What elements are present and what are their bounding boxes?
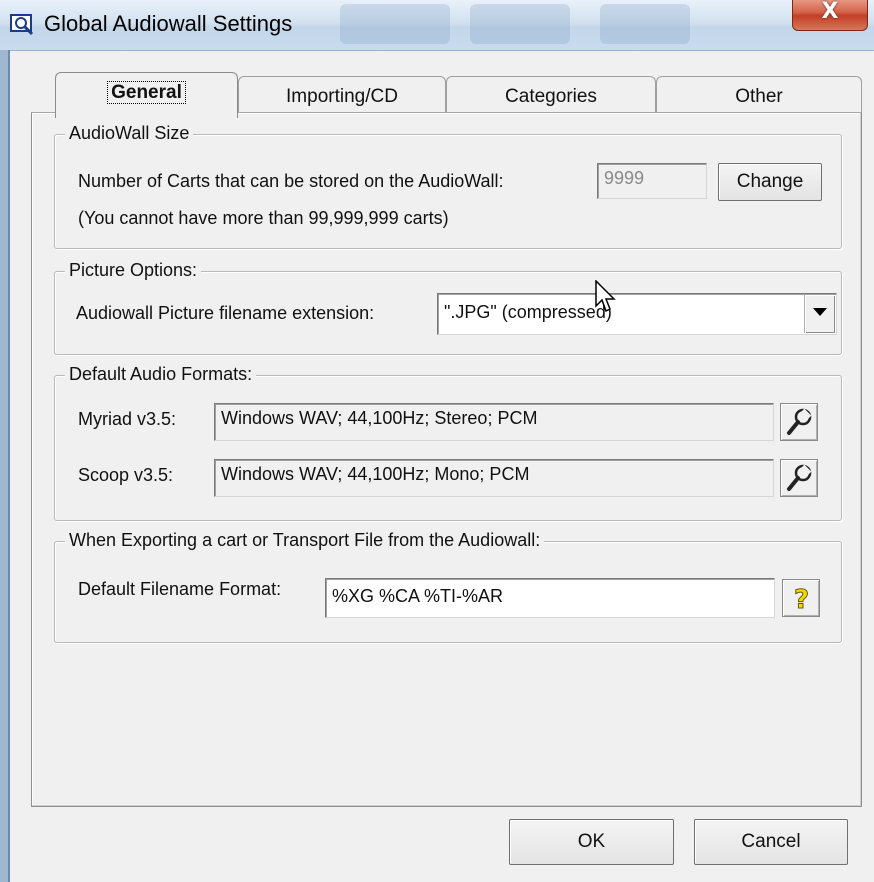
cart-count-field[interactable]: 9999: [597, 163, 707, 199]
cancel-button[interactable]: Cancel: [694, 819, 848, 865]
group-legend: Default Audio Formats:: [65, 364, 257, 385]
title-bar-glass: [600, 4, 690, 44]
close-icon: X: [821, 0, 839, 24]
app-icon: [10, 14, 34, 36]
group-legend: When Exporting a cart or Transport File …: [65, 530, 545, 551]
cart-limit-note: (You cannot have more than 99,999,999 ca…: [78, 208, 449, 228]
dropdown-button[interactable]: [804, 295, 835, 333]
tab-label: Importing/CD: [286, 86, 398, 107]
scoop-format-settings-button[interactable]: [780, 459, 818, 497]
general-tab-panel: AudioWall Size Number of Carts that can …: [31, 112, 862, 807]
title-bar-glass: [340, 4, 450, 44]
window-title: Global Audiowall Settings: [44, 11, 293, 36]
filename-format-input[interactable]: %XG %CA %TI-%AR: [325, 578, 775, 618]
tab-label: General: [107, 81, 186, 104]
scoop-format-field: Windows WAV; 44,100Hz; Mono; PCM: [214, 459, 774, 497]
myriad-label: Myriad v3.5:: [78, 409, 177, 429]
filename-help-button[interactable]: ?: [782, 579, 820, 617]
tab-label: Other: [735, 86, 783, 107]
title-bar-glass: [470, 4, 570, 44]
wrench-icon: [787, 408, 812, 435]
ok-button[interactable]: OK: [509, 819, 674, 865]
window-frame-left: [0, 50, 8, 882]
chevron-down-icon: [813, 308, 827, 316]
selected-value: ".JPG" (compressed): [444, 302, 612, 322]
group-legend: Picture Options:: [65, 260, 202, 281]
filename-format-label: Default Filename Format:: [78, 579, 282, 599]
svg-text:?: ?: [794, 585, 809, 613]
cart-count-label: Number of Carts that can be stored on th…: [78, 171, 504, 191]
scoop-label: Scoop v3.5:: [78, 465, 174, 485]
tab-other[interactable]: Other: [656, 76, 862, 116]
tab-categories[interactable]: Categories: [446, 76, 656, 116]
picture-extension-label: Audiowall Picture filename extension:: [76, 303, 375, 323]
change-button[interactable]: Change: [718, 163, 822, 201]
tab-importing-cd[interactable]: Importing/CD: [238, 76, 446, 116]
group-legend: AudioWall Size: [65, 123, 194, 144]
tab-general[interactable]: General: [55, 72, 238, 118]
question-mark-icon: ?: [794, 585, 810, 614]
mouse-cursor-icon: [595, 280, 616, 313]
title-bar[interactable]: Global Audiowall Settings X: [0, 0, 874, 51]
wrench-icon: [787, 464, 812, 491]
myriad-format-field: Windows WAV; 44,100Hz; Stereo; PCM: [214, 403, 774, 441]
audio-formats-group: Default Audio Formats:: [54, 364, 842, 521]
close-button[interactable]: X: [792, 0, 868, 31]
picture-extension-select[interactable]: ".JPG" (compressed): [437, 293, 837, 335]
tab-label: Categories: [505, 86, 597, 107]
myriad-format-settings-button[interactable]: [780, 403, 818, 441]
